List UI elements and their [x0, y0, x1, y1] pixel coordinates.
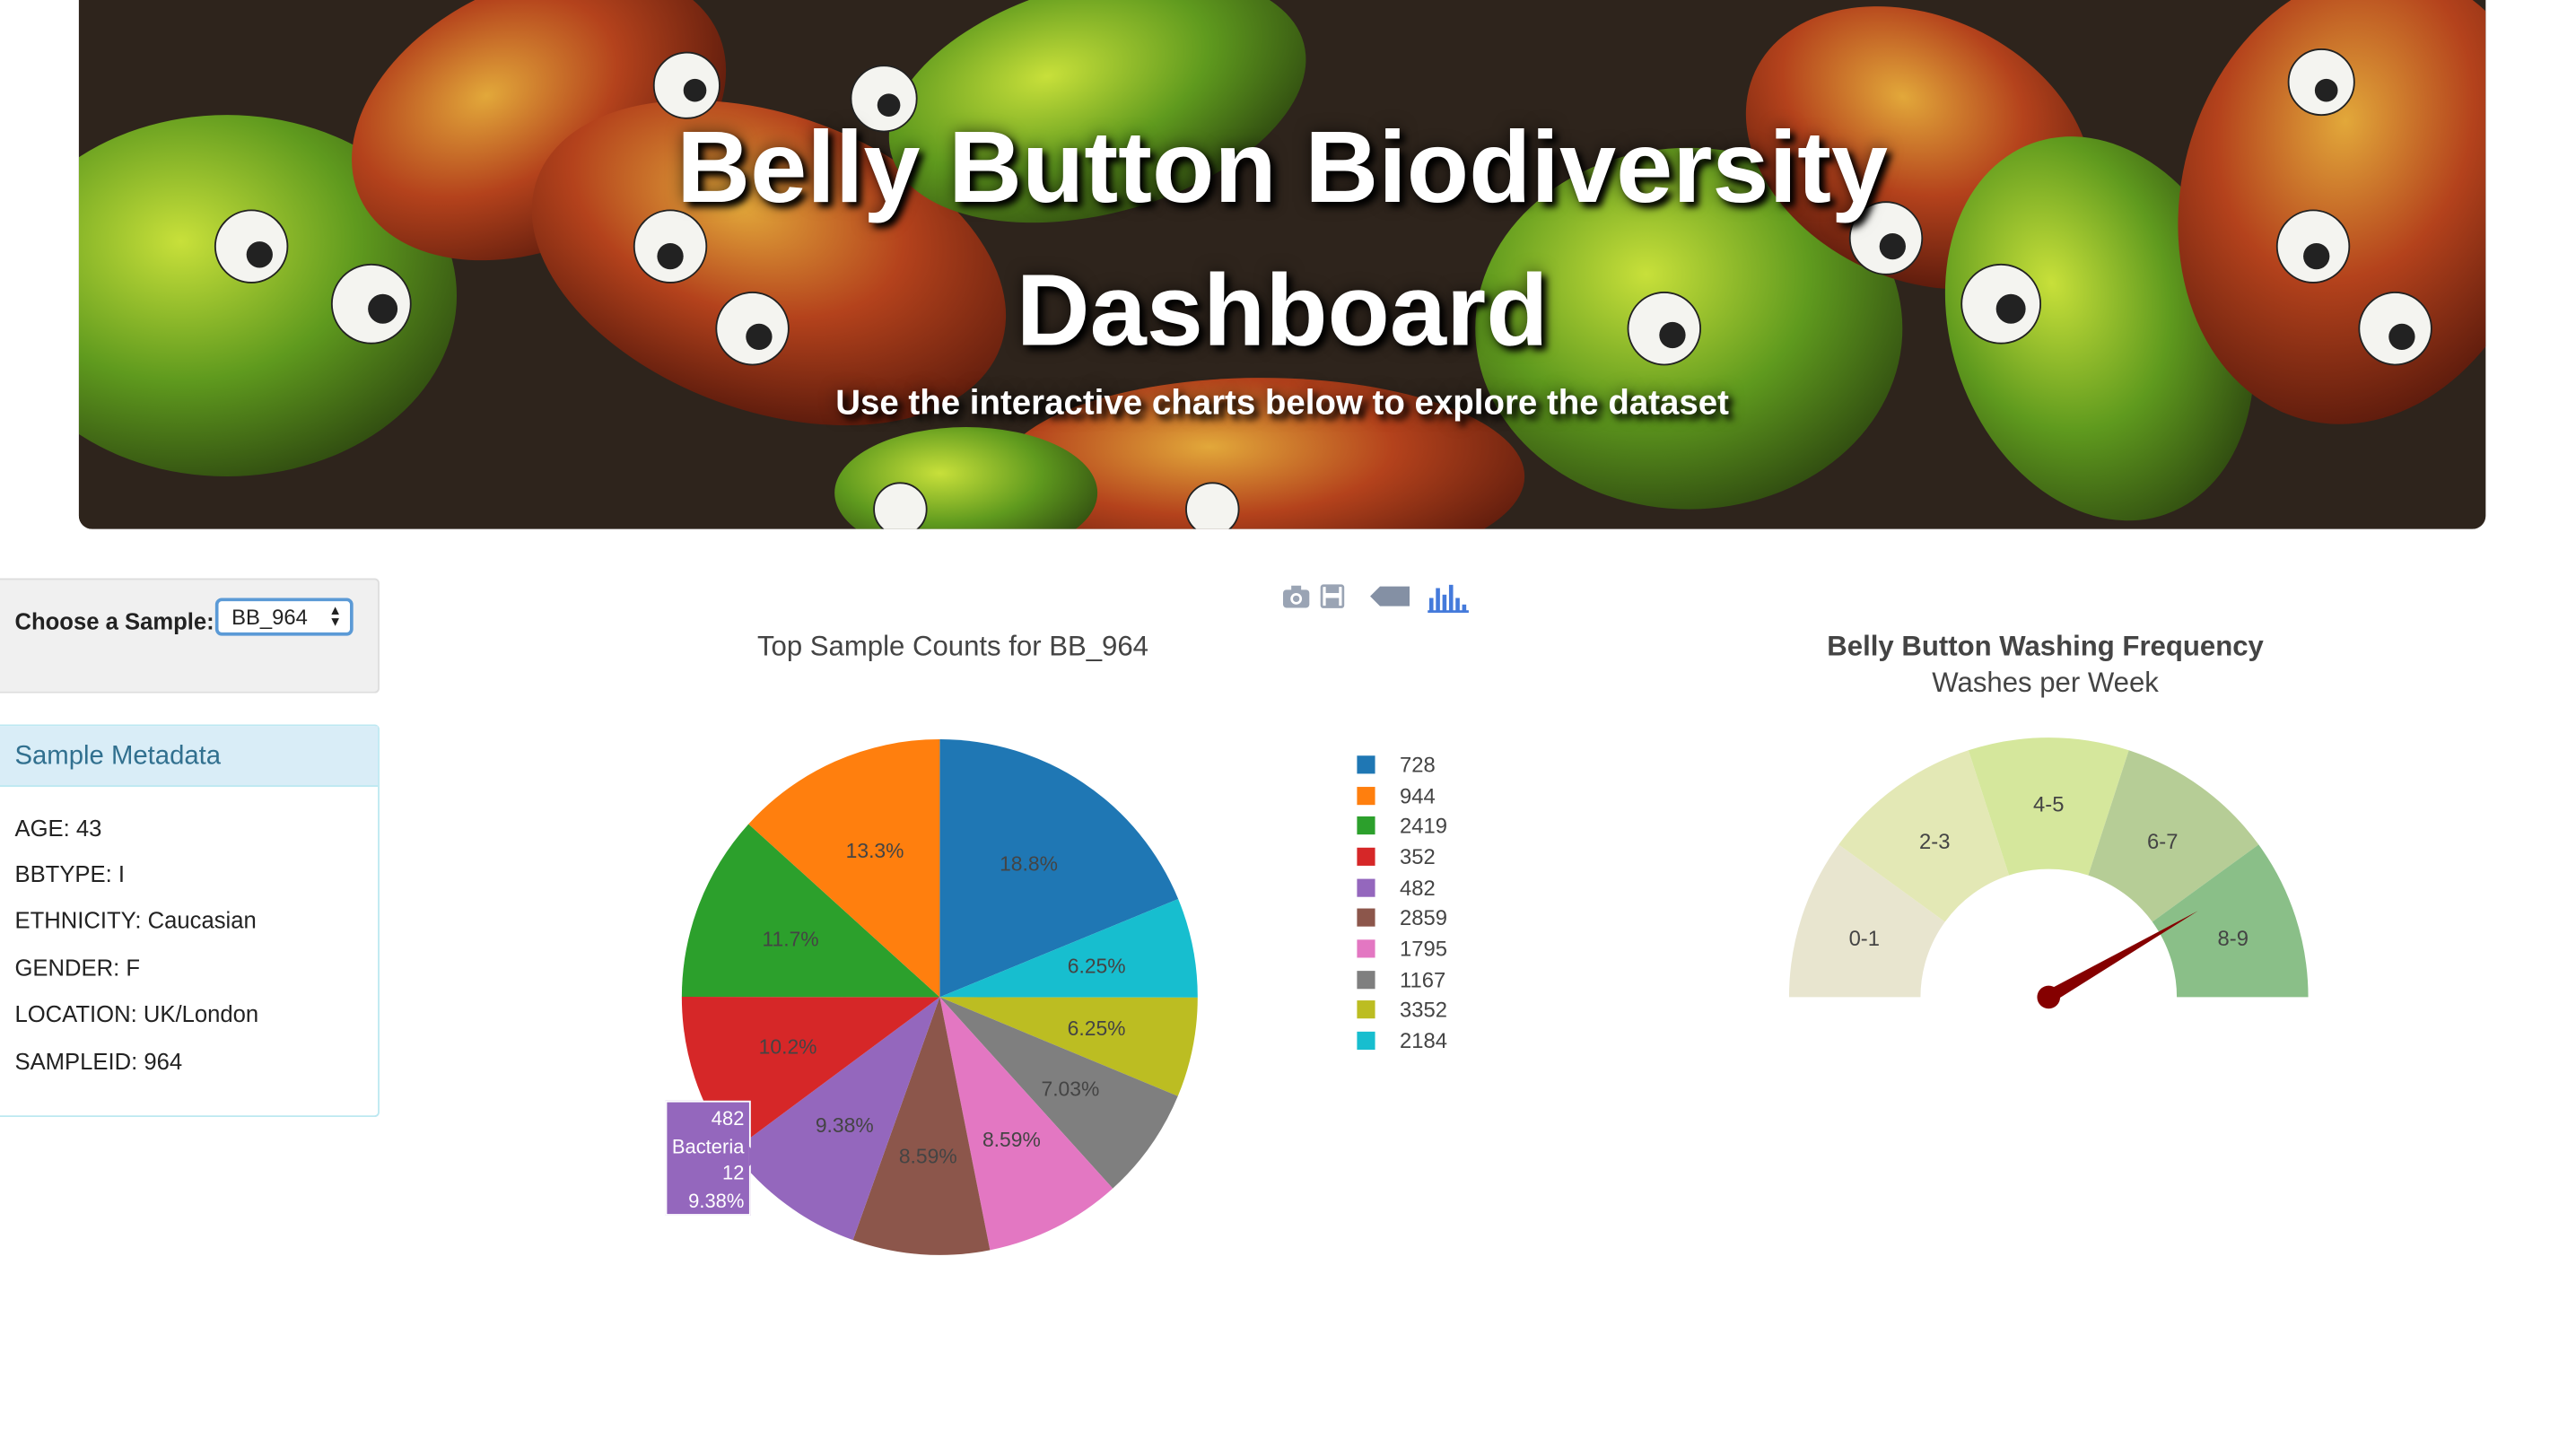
pie-legend: 728 944 2419 352 482 2859 1795 1167 3352 2184: [1357, 749, 1447, 1056]
legend-item-2859[interactable]: 2859: [1357, 903, 1447, 933]
legend-item-944[interactable]: 944: [1357, 780, 1447, 810]
metadata-row: AGE: 43: [14, 815, 102, 842]
gauge-needle-hub: [2037, 985, 2061, 1009]
gauge-band-label: 6-7: [2147, 830, 2178, 854]
pie-slice-label: 8.59%: [899, 1144, 957, 1167]
legend-item-1167[interactable]: 1167: [1357, 964, 1447, 994]
pie-slice-label: 11.7%: [762, 928, 818, 951]
pie-slice-label: 9.38%: [816, 1113, 874, 1137]
legend-item-728[interactable]: 728: [1357, 749, 1447, 780]
legend-item-352[interactable]: 352: [1357, 842, 1447, 872]
gauge-band-label: 8-9: [2218, 927, 2249, 951]
legend-item-2419[interactable]: 2419: [1357, 810, 1447, 841]
page-title-line-1: Belly Button Biodiversity: [677, 111, 1889, 225]
pie-slice-label: 8.59%: [982, 1128, 1041, 1151]
sample-selector-label: Choose a Sample:: [14, 607, 214, 634]
legend-swatch: [1357, 755, 1375, 774]
legend-label: 482: [1400, 875, 1436, 900]
hover-line: Bacteria: [671, 1134, 745, 1157]
legend-label: 1795: [1400, 936, 1447, 962]
hover-line: 9.38%: [688, 1188, 745, 1212]
legend-item-1795[interactable]: 1795: [1357, 933, 1447, 964]
legend-swatch: [1357, 816, 1375, 835]
legend-swatch: [1357, 847, 1375, 866]
legend-label: 352: [1400, 843, 1436, 869]
legend-swatch: [1357, 786, 1375, 805]
metadata-row: BBTYPE: I: [14, 860, 126, 887]
legend-label: 3352: [1400, 998, 1447, 1023]
legend-label: 1167: [1400, 966, 1446, 992]
page-subtitle: Use the interactive charts below to expl…: [835, 384, 1729, 423]
hover-line: 12: [721, 1161, 745, 1185]
pie-slice-label: 10.2%: [759, 1035, 817, 1059]
legend-swatch: [1357, 970, 1375, 989]
legend-swatch: [1357, 939, 1375, 958]
pie-slice-label: 13.3%: [846, 839, 904, 862]
select-arrows-icon: ▲ ▼: [328, 602, 342, 630]
legend-item-482[interactable]: 482: [1357, 872, 1447, 903]
legend-label: 2184: [1400, 1028, 1447, 1053]
tag-icon[interactable]: [1368, 581, 1411, 611]
pie-slice-label: 7.03%: [1041, 1078, 1099, 1101]
legend-swatch: [1357, 1000, 1375, 1019]
pie-slice-label: 6.25%: [1068, 954, 1126, 977]
legend-swatch: [1357, 877, 1375, 896]
washing-frequency-gauge[interactable]: 0-1 2-3 4-5 6-7 8-9: [1774, 723, 2333, 1035]
metadata-row: GENDER: F: [14, 954, 141, 982]
hover-line: 482: [711, 1107, 745, 1130]
sample-metadata-heading: Sample Metadata: [0, 726, 379, 788]
metadata-row: ETHNICITY: Caucasian: [14, 906, 257, 934]
legend-label: 2859: [1400, 905, 1447, 930]
legend-label: 728: [1400, 752, 1436, 777]
sample-select-value: BB_964: [231, 604, 308, 630]
gauge-band-label: 4-5: [2033, 793, 2064, 817]
plotly-logo-icon[interactable]: [1428, 581, 1471, 615]
pie-slice-label: 18.8%: [1000, 852, 1058, 876]
header-banner: Belly Button Biodiversity Dashboard Use …: [78, 0, 2486, 529]
sample-metadata-panel: Sample Metadata AGE: 43 BBTYPE: I ETHNIC…: [0, 724, 380, 1118]
pie-hover-tooltip: 482 Bacteria 12 9.38%: [665, 1100, 751, 1216]
hover-tooltip-pointer: [748, 1147, 759, 1167]
sample-select[interactable]: BB_964 ▲ ▼: [214, 598, 354, 636]
page-title-line-2: Dashboard: [1016, 254, 1549, 369]
legend-swatch: [1357, 1031, 1375, 1051]
legend-label: 944: [1400, 782, 1436, 807]
camera-icon[interactable]: [1281, 581, 1311, 611]
gauge-title: Belly Button Washing Frequency: [1827, 631, 2264, 662]
legend-item-2184[interactable]: 2184: [1357, 1025, 1447, 1056]
gauge-band-label: 0-1: [1849, 927, 1880, 951]
legend-item-3352[interactable]: 3352: [1357, 995, 1447, 1025]
pie-slice-label: 6.25%: [1068, 1017, 1126, 1040]
save-icon[interactable]: [1319, 581, 1345, 611]
gauge-band-label: 2-3: [1919, 830, 1950, 854]
gauge-subtitle: Washes per Week: [1932, 667, 2159, 699]
metadata-row: SAMPLEID: 964: [14, 1048, 183, 1075]
metadata-row: LOCATION: UK/London: [14, 1000, 259, 1027]
legend-label: 2419: [1400, 813, 1447, 839]
legend-swatch: [1357, 909, 1375, 928]
